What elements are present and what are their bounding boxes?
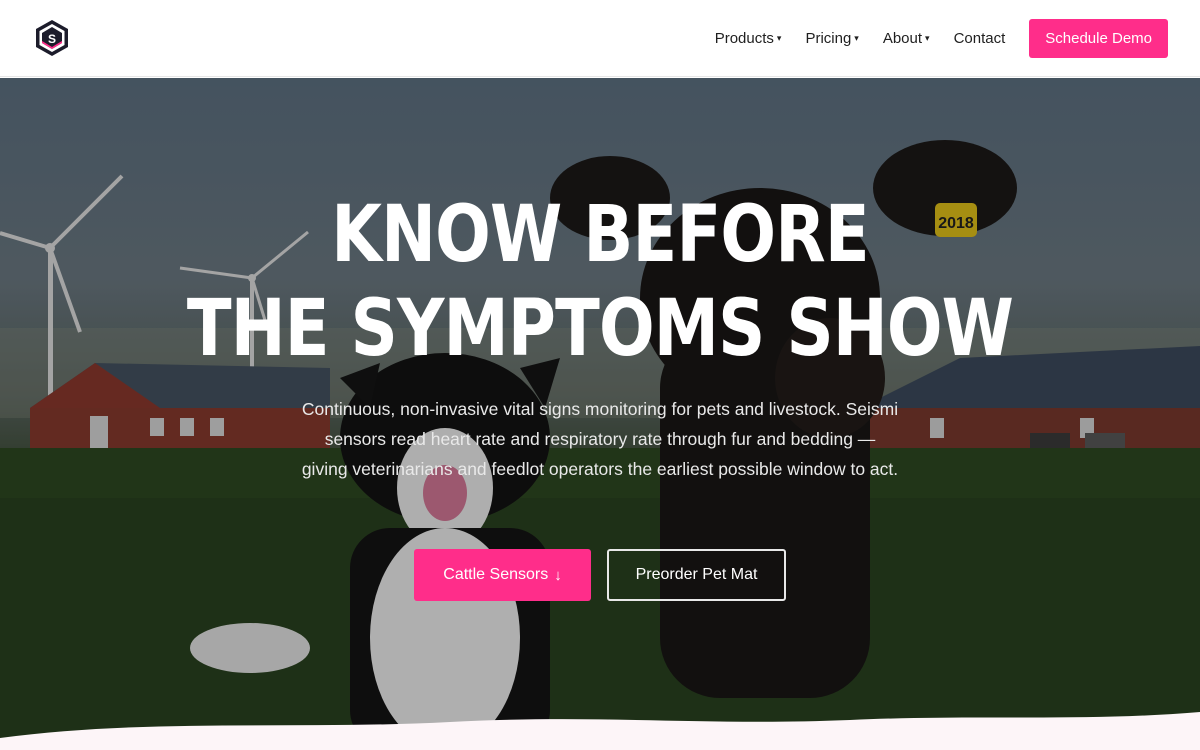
- hero-headline: KNOW BEFORE THE SYMPTOMS SHOW: [96, 188, 1104, 376]
- schedule-demo-button[interactable]: Schedule Demo: [1029, 19, 1168, 58]
- nav-contact-label: Contact: [953, 30, 1006, 47]
- chevron-down-icon: ▾: [925, 33, 930, 43]
- nav-about[interactable]: About ▾: [883, 30, 930, 47]
- nav-pricing-label: Pricing: [805, 30, 852, 47]
- hero-section: 2018 KNOW BEFORE THE SYMPTOMS SHOW Conti…: [0, 78, 1200, 750]
- nav-about-label: About: [882, 30, 923, 47]
- hero-subtitle: Continuous, non-invasive vital signs mon…: [301, 399, 899, 479]
- hero-headline-line-2: THE SYMPTOMS SHOW: [186, 284, 1014, 374]
- svg-text:S: S: [48, 32, 56, 46]
- seismi-logo[interactable]: S: [33, 19, 71, 57]
- nav-products[interactable]: Products ▾: [715, 30, 782, 47]
- chevron-down-icon: ▾: [854, 33, 859, 43]
- nav-products-label: Products: [714, 30, 774, 47]
- cattle-sensors-button[interactable]: Cattle Sensors ↓: [414, 549, 591, 601]
- preorder-pet-mat-label: Preorder Pet Mat: [635, 566, 758, 583]
- chevron-down-icon: ▾: [776, 33, 782, 43]
- preorder-pet-mat-button[interactable]: Preorder Pet Mat: [607, 549, 786, 601]
- hero-wave-divider: [0, 712, 1200, 750]
- site-header: S Products ▾ Pricing ▾ About ▾ Contact S…: [0, 0, 1200, 77]
- nav-contact[interactable]: Contact: [954, 30, 1006, 47]
- hero-headline-line-1: KNOW BEFORE: [331, 190, 869, 280]
- main-nav: Products ▾ Pricing ▾ About ▾ Contact Sch…: [715, 19, 1168, 58]
- nav-pricing[interactable]: Pricing ▾: [805, 30, 858, 47]
- cattle-sensors-label: Cattle Sensors: [443, 566, 549, 583]
- arrow-down-icon: ↓: [554, 566, 562, 584]
- hero-actions: Cattle Sensors ↓ Preorder Pet Mat: [414, 549, 786, 601]
